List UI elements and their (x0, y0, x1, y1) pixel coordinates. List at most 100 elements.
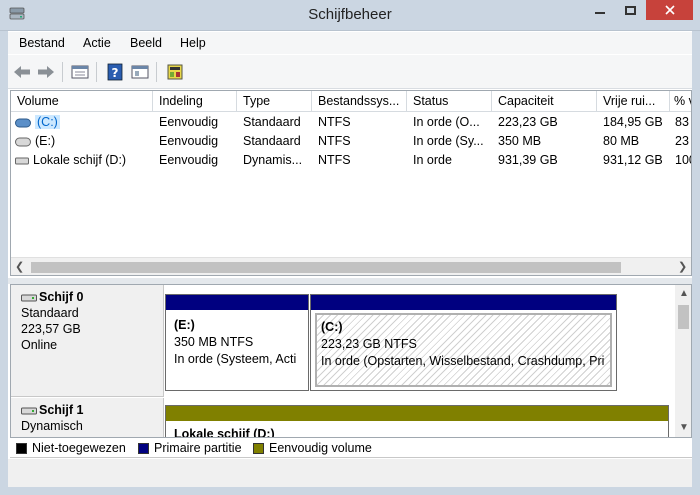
minimize-button[interactable] (586, 0, 614, 20)
partition-e[interactable]: (E:) 350 MB NTFS In orde (Systeem, Acti (165, 294, 309, 391)
disk-0-state: Online (21, 338, 58, 352)
scroll-down-icon[interactable]: ▼ (679, 422, 689, 433)
maximize-icon (624, 5, 636, 15)
disk-0-type: Standaard (21, 306, 79, 320)
legend-simple-volume: Eenvoudig volume (253, 441, 372, 455)
column-header-status[interactable]: Status (407, 91, 492, 112)
partition-e-label: (E:) (174, 318, 195, 332)
column-header-bestandssysteem[interactable]: Bestandssys... (312, 91, 407, 112)
column-header-volume[interactable]: Volume (11, 91, 153, 112)
disk-0-size: 223,57 GB (21, 322, 81, 336)
legend-swatch (138, 442, 149, 454)
disk-1-type: Dynamisch (21, 419, 83, 433)
type-cell: Standaard (243, 115, 301, 129)
status-cell: In orde (413, 153, 452, 167)
partition-c[interactable]: (C:) 223,23 GB NTFS In orde (Opstarten, … (310, 294, 617, 391)
filesystem-cell: NTFS (318, 134, 351, 148)
show-disk-list-button[interactable] (70, 62, 90, 82)
column-header-capaciteit[interactable]: Capaciteit (492, 91, 597, 112)
disk-list-icon (71, 65, 89, 79)
legend-swatch (16, 442, 27, 454)
table-row[interactable]: (E:) Eenvoudig Standaard NTFS In orde (S… (11, 132, 691, 151)
close-button[interactable] (646, 0, 693, 20)
toolbar: ? (8, 55, 692, 89)
toolbar-separator (96, 62, 97, 82)
horizontal-scrollbar[interactable]: ❮ ❯ (11, 257, 691, 275)
filesystem-cell: NTFS (318, 153, 351, 167)
percent-free-cell: 83 (675, 115, 689, 129)
free-space-cell: 931,12 GB (603, 153, 663, 167)
scroll-right-icon[interactable]: ❯ (678, 260, 687, 273)
disk-0-info[interactable]: Schijf 0 Standaard 223,57 GB Online (11, 285, 164, 397)
partition-d-label: Lokale schijf (D:) (174, 427, 275, 438)
column-header-vrije-ruimte[interactable]: Vrije rui... (597, 91, 670, 112)
scrollbar-thumb[interactable] (678, 305, 689, 329)
column-header-type[interactable]: Type (237, 91, 312, 112)
partition-c-label: (C:) (321, 320, 343, 334)
properties-button[interactable] (130, 62, 150, 82)
scroll-up-icon[interactable]: ▲ (679, 288, 689, 299)
legend: Niet-toegewezen Primaire partitie Eenvou… (10, 438, 692, 458)
status-cell: In orde (O... (413, 115, 480, 129)
column-header-percent-vrij[interactable]: % v (670, 91, 691, 112)
help-icon: ? (107, 63, 123, 81)
indeling-cell: Eenvoudig (159, 134, 219, 148)
vertical-scrollbar[interactable]: ▲ ▼ (675, 285, 691, 437)
type-cell: Standaard (243, 134, 301, 148)
forward-button[interactable] (36, 62, 56, 82)
window-frame-left (0, 31, 8, 495)
percent-free-cell: 100 (675, 153, 691, 167)
disk-1-name: Schijf 1 (21, 402, 163, 418)
disk-1-info[interactable]: Schijf 1 Dynamisch (11, 398, 164, 437)
settings-icon (167, 64, 183, 80)
status-cell: In orde (Sy... (413, 134, 484, 148)
table-row[interactable]: Lokale schijf (D:) Eenvoudig Dynamis... … (11, 151, 691, 170)
status-bar (8, 459, 692, 487)
partition-d[interactable]: Lokale schijf (D:) (165, 405, 669, 438)
disk-0-name: Schijf 0 (21, 289, 163, 305)
menu-beeld[interactable]: Beeld (130, 36, 162, 50)
svg-text:?: ? (112, 66, 119, 80)
capacity-cell: 350 MB (498, 134, 542, 148)
type-cell: Dynamis... (243, 153, 303, 167)
menu-actie[interactable]: Actie (83, 36, 111, 50)
partition-c-status: In orde (Opstarten, Wisselbestand, Crash… (321, 354, 605, 368)
indeling-cell: Eenvoudig (159, 115, 219, 129)
window-frame-bottom (0, 487, 700, 495)
maximize-button[interactable] (616, 0, 644, 20)
percent-free-cell: 23 (675, 134, 689, 148)
settings-button[interactable] (165, 62, 185, 82)
partition-c-size: 223,23 GB NTFS (321, 337, 417, 351)
volume-cell: (C:) (15, 115, 151, 129)
forward-arrow-icon (38, 66, 54, 78)
help-button[interactable]: ? (105, 62, 125, 82)
toolbar-separator (62, 62, 63, 82)
indeling-cell: Eenvoudig (159, 153, 219, 167)
volume-drive-icon (15, 137, 31, 147)
filesystem-cell: NTFS (318, 115, 351, 129)
volume-cell: Lokale schijf (D:) (15, 153, 151, 167)
menu-bar: Bestand Actie Beeld Help (8, 32, 692, 54)
scroll-left-icon[interactable]: ❮ (15, 260, 24, 273)
volume-cell: (E:) (15, 134, 151, 148)
capacity-cell: 223,23 GB (498, 115, 558, 129)
disk-icon (21, 407, 37, 415)
toolbar-separator (156, 62, 157, 82)
volume-list: Volume Indeling Type Bestandssys... Stat… (10, 90, 692, 276)
back-button[interactable] (12, 62, 32, 82)
back-arrow-icon (14, 66, 30, 78)
properties-icon (131, 65, 149, 79)
partition-e-status: In orde (Systeem, Acti (174, 352, 297, 366)
free-space-cell: 80 MB (603, 134, 640, 148)
volume-drive-icon (15, 118, 31, 128)
legend-unallocated: Niet-toegewezen (16, 441, 126, 455)
scrollbar-thumb[interactable] (31, 262, 621, 273)
primary-partition-bar (311, 295, 616, 310)
column-header-indeling[interactable]: Indeling (153, 91, 237, 112)
legend-swatch (253, 442, 264, 454)
close-icon (664, 5, 675, 15)
primary-partition-bar (166, 295, 308, 310)
table-row[interactable]: (C:) Eenvoudig Standaard NTFS In orde (O… (11, 113, 691, 132)
menu-bestand[interactable]: Bestand (19, 36, 65, 50)
menu-help[interactable]: Help (180, 36, 206, 50)
